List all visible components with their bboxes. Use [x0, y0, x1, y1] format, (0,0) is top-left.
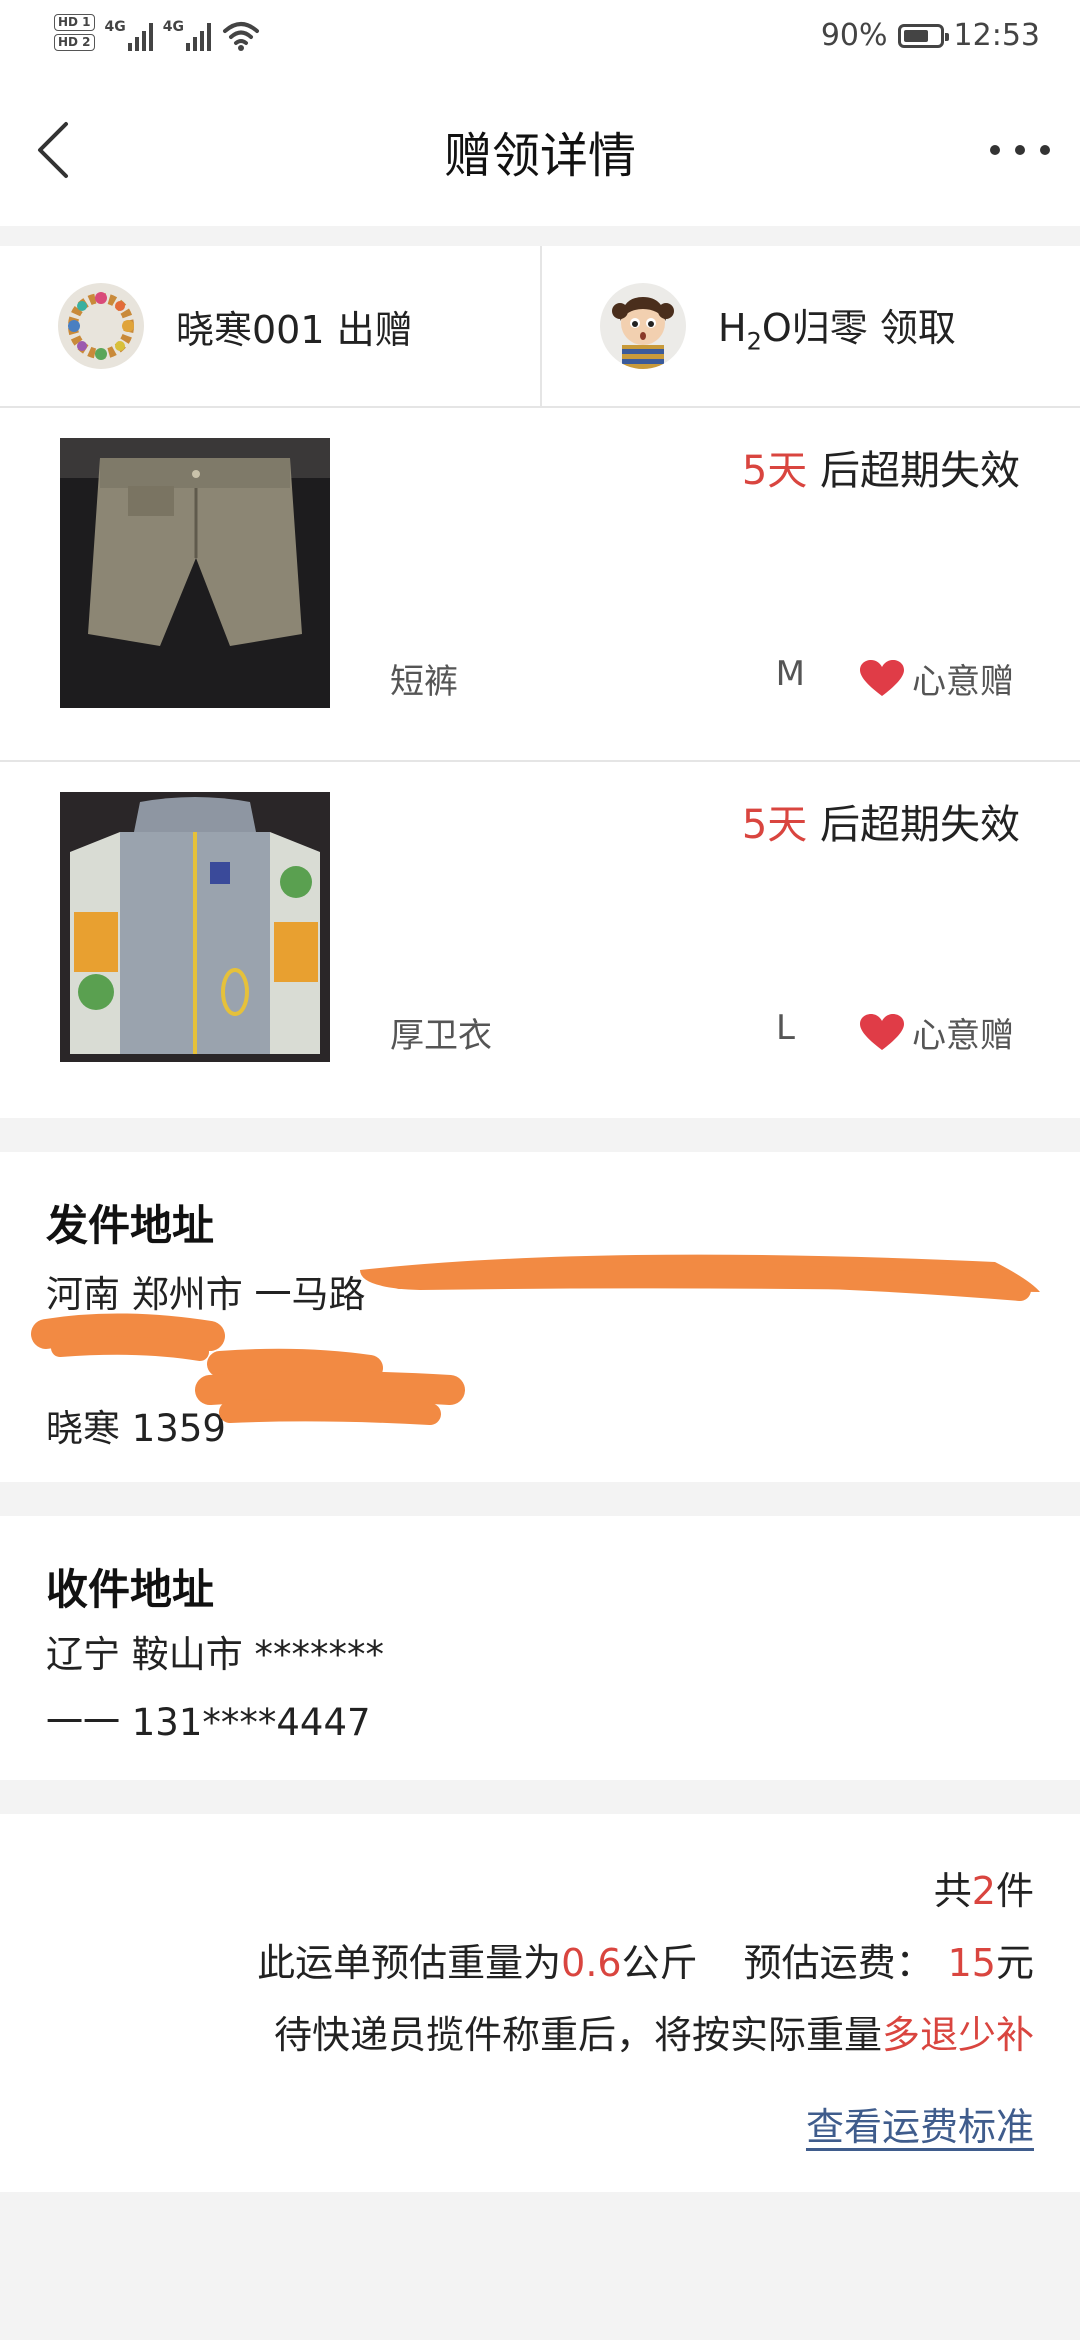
- battery-icon: [897, 23, 949, 48]
- receiver-address-line: 辽宁 鞍山市 *******: [46, 1633, 385, 1676]
- gift-type-label: 心意赠: [912, 1016, 1014, 1056]
- item-photo-hoodie[interactable]: [60, 792, 330, 1062]
- fee-value: 15: [947, 1941, 996, 1985]
- expire-text: 5天 后超期失效: [741, 802, 1020, 848]
- sim2-badge: HD 2: [54, 34, 95, 51]
- refund-note: 待快递员揽件称重后，将按实际重量多退少补: [273, 2013, 1034, 2057]
- page-title: 赠领详情: [443, 128, 636, 184]
- item-name: 短裤: [390, 662, 458, 702]
- gift-type-badge: 心意赠: [860, 654, 1014, 703]
- clock: 12:53: [953, 18, 1040, 53]
- item-photo-shorts[interactable]: [60, 438, 330, 708]
- expire-days: 5天: [741, 448, 808, 494]
- item-name: 厚卫衣: [390, 1016, 492, 1056]
- item-count: 共2件: [933, 1869, 1034, 1913]
- item-count-value: 2: [971, 1869, 996, 1913]
- heart-icon: [860, 659, 904, 696]
- cartoon-girl-avatar-image: [600, 283, 686, 369]
- refund-note-highlight: 多退少补: [881, 2013, 1034, 2057]
- party-divider: [540, 246, 542, 406]
- sim-badges: HD 1 HD 2: [54, 14, 95, 51]
- gift-item[interactable]: 5天 后超期失效 短裤 M 心意赠: [0, 408, 1080, 762]
- giver-name: 晓寒001 出赠: [176, 307, 413, 352]
- shipping-summary: 共2件 此运单预估重量为0.6公斤 预估运费： 15元 待快递员揽件称重后，将按实际…: [0, 1814, 1080, 2192]
- subscript: 2: [746, 327, 762, 356]
- receiver-contact-line: 一一 131****4447: [46, 1701, 371, 1744]
- receiver-address-card: 收件地址 辽宁 鞍山市 ******* 一一 131****4447: [0, 1516, 1080, 1780]
- weight-value: 0.6: [561, 1941, 622, 1985]
- gift-type-label: 心意赠: [912, 662, 1014, 702]
- battery-percent: 90%: [820, 18, 888, 53]
- gift-parties: 晓寒001 出赠 H2O归零 领取: [0, 246, 1080, 408]
- shorts-image: [60, 438, 330, 708]
- heart-icon: [860, 1013, 904, 1050]
- item-size: M: [775, 654, 805, 694]
- sender-address-card: 发件地址 河南 郑州市 一马路 晓寒 1359: [0, 1152, 1080, 1482]
- hoodie-image: [60, 792, 330, 1062]
- giver-avatar[interactable]: [58, 283, 144, 369]
- sim1-badge: HD 1: [54, 14, 95, 31]
- redaction-scribble: [31, 1254, 1040, 1425]
- receiver-info[interactable]: H2O归零 领取: [600, 246, 956, 406]
- network-type-1: 4G: [104, 19, 126, 35]
- gift-item[interactable]: 5天 后超期失效 厚卫衣 L 心意赠: [0, 762, 1080, 1118]
- signal-bars-icon: [127, 19, 153, 51]
- status-right: 90% 12:53: [821, 18, 1040, 53]
- giver-info[interactable]: 晓寒001 出赠: [58, 246, 413, 406]
- expire-text: 5天 后超期失效: [741, 448, 1020, 494]
- nav-bar: 赠领详情: [0, 76, 1080, 226]
- signal-1: 4G: [105, 19, 153, 51]
- network-type-2: 4G: [162, 19, 184, 35]
- item-size: L: [776, 1008, 795, 1048]
- gift-type-badge: 心意赠: [860, 1008, 1014, 1057]
- status-left: HD 1 HD 2 4G 4G: [54, 14, 261, 51]
- signal-bars-icon: [186, 19, 211, 51]
- status-bar: HD 1 HD 2 4G 4G 90% 12:53: [0, 0, 1080, 76]
- receiver-avatar[interactable]: [600, 283, 686, 369]
- signal-2: 4G: [163, 19, 211, 51]
- receiver-name: H2O归零 领取: [718, 305, 956, 356]
- expire-days: 5天: [741, 802, 808, 848]
- receiver-address-title: 收件地址: [46, 1565, 215, 1614]
- weight-fee-line: 此运单预估重量为0.6公斤 预估运费： 15元: [257, 1941, 1034, 1985]
- view-shipping-fee-link[interactable]: 查看运费标准: [806, 2096, 1034, 2151]
- bracelet-avatar-image: [58, 283, 144, 369]
- more-options-icon[interactable]: [990, 130, 1050, 170]
- wifi-icon: [223, 22, 259, 51]
